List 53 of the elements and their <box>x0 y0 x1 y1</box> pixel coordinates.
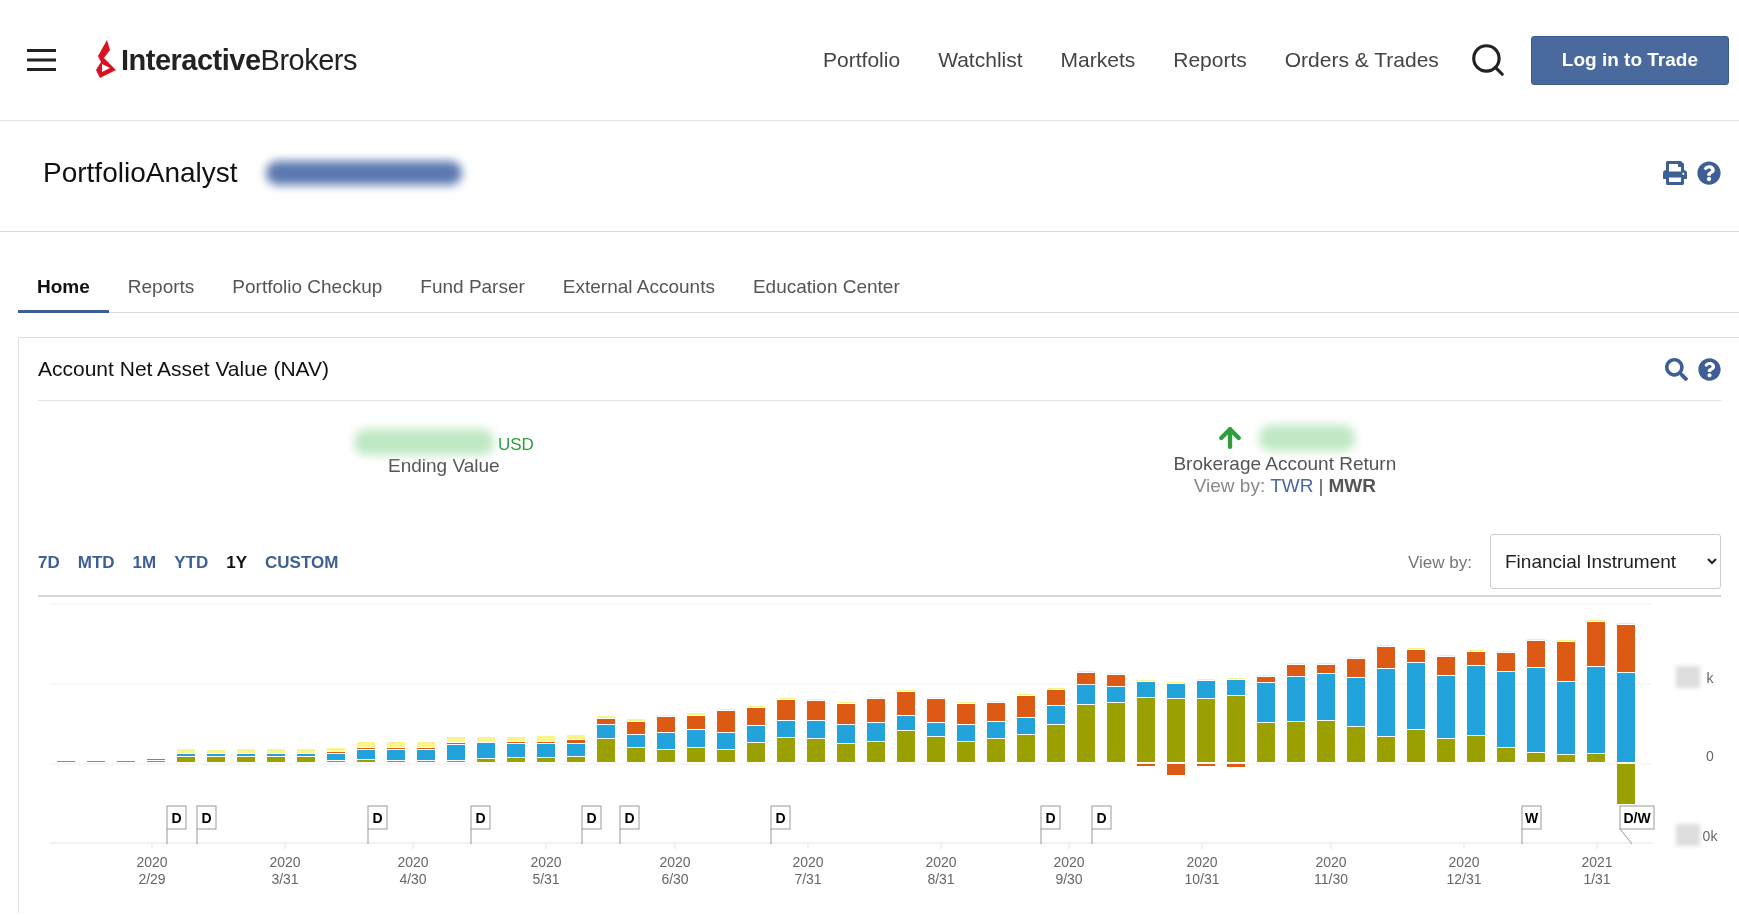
page-title: PortfolioAnalyst <box>43 157 238 189</box>
range-option[interactable]: CUSTOM <box>265 553 339 573</box>
axis-label: 0 <box>1706 748 1714 764</box>
axis-label: 2020 5/31 <box>530 854 562 887</box>
axis-label: 2020 6/30 <box>659 854 691 887</box>
axis-label: 2020 8/31 <box>925 854 957 887</box>
axis-label: 2020 7/31 <box>792 854 824 887</box>
nav-link[interactable]: Portfolio <box>823 48 901 72</box>
tab[interactable]: Reports <box>108 276 214 313</box>
return-option[interactable]: TWR <box>1270 475 1314 497</box>
tab[interactable]: Home <box>18 276 109 313</box>
range-option[interactable]: 1Y <box>226 553 247 573</box>
range-option[interactable]: 1M <box>132 553 157 573</box>
view-by-select[interactable]: Financial Instrument <box>1490 533 1721 589</box>
axis-label: 0k <box>1702 828 1718 844</box>
return-option[interactable]: MWR <box>1328 475 1376 497</box>
axis-label: 2020 3/31 <box>269 854 301 887</box>
axis-label: 2020 2/29 <box>136 854 168 887</box>
range-option[interactable]: 7D <box>38 553 60 573</box>
flame-logo-icon <box>96 40 118 80</box>
nav-link[interactable]: Orders & Trades <box>1284 48 1439 72</box>
range-option[interactable]: YTD <box>174 553 209 573</box>
axis-label: 2020 4/30 <box>397 854 429 887</box>
ending-value-label: Ending Value <box>388 455 500 477</box>
redacted-value <box>1676 824 1700 846</box>
currency-label: USD <box>497 435 534 455</box>
axis-label: 2020 11/30 <box>1314 854 1348 887</box>
axis-label: 2021 1/31 <box>1581 854 1613 887</box>
axis-label: 2020 10/31 <box>1184 854 1220 887</box>
login-button[interactable]: Log in to Trade <box>1530 35 1729 85</box>
tab[interactable]: Education Center <box>733 276 919 313</box>
range-option[interactable]: MTD <box>77 553 115 573</box>
nav-link[interactable]: Watchlist <box>938 48 1023 72</box>
nav-link[interactable]: Reports <box>1173 48 1247 72</box>
tab[interactable]: Fund Parser <box>401 276 544 313</box>
tab[interactable]: External Accounts <box>543 276 734 313</box>
print-icon[interactable] <box>1663 161 1687 185</box>
tab[interactable]: Portfolio Checkup <box>213 276 402 313</box>
help-icon[interactable] <box>1698 357 1721 381</box>
logo-wordmark: InteractiveBrokers <box>121 43 357 77</box>
view-by-label: View by: <box>1193 475 1266 497</box>
axis-label: k <box>1706 670 1714 686</box>
card-title: Account Net Asset Value (NAV) <box>38 357 330 381</box>
menu-icon[interactable] <box>27 49 56 71</box>
separator: | <box>1318 475 1324 497</box>
nav-link[interactable]: Markets <box>1060 48 1136 72</box>
redacted-value <box>1676 666 1700 688</box>
axis-label: 2020 9/30 <box>1053 854 1085 887</box>
view-by-label: View by: <box>1408 553 1472 573</box>
return-label: Brokerage Account Return <box>1173 453 1397 475</box>
search-icon[interactable] <box>1665 357 1688 381</box>
help-icon[interactable] <box>1697 161 1721 185</box>
axis-label: 2020 12/31 <box>1446 854 1482 887</box>
